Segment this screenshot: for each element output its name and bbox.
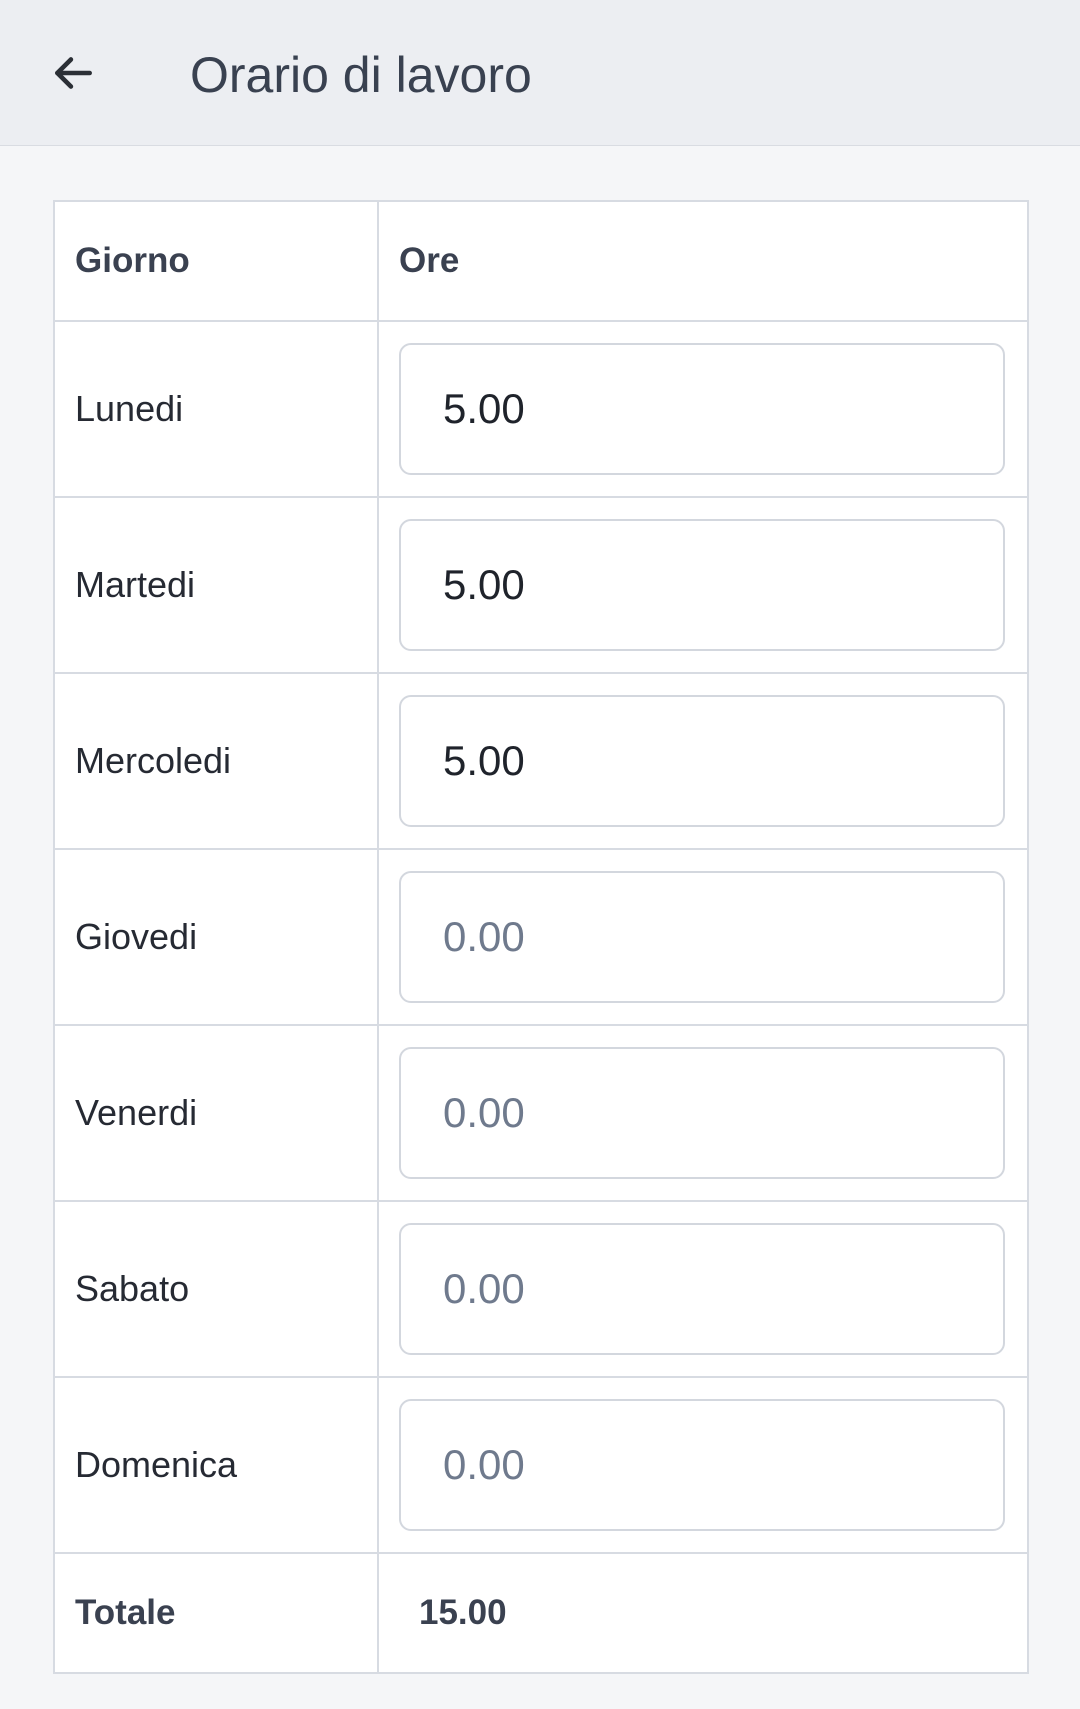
table-row: Martedi xyxy=(53,496,1029,674)
day-label-monday: Lunedi xyxy=(53,320,379,498)
app-bar: Orario di lavoro xyxy=(0,0,1080,146)
column-header-day: Giorno xyxy=(53,200,379,322)
hours-input-monday[interactable] xyxy=(399,343,1005,475)
page-title: Orario di lavoro xyxy=(190,47,532,103)
table-row: Giovedi xyxy=(53,848,1029,1026)
table-row: Sabato xyxy=(53,1200,1029,1378)
work-hours-table: Giorno Ore Lunedi Martedi Mercoledi Giov… xyxy=(53,200,1029,1674)
day-label-thursday: Giovedi xyxy=(53,848,379,1026)
total-row: Totale 15.00 xyxy=(53,1552,1029,1674)
table-header-row: Giorno Ore xyxy=(53,200,1029,322)
day-label-tuesday: Martedi xyxy=(53,496,379,674)
day-label-sunday: Domenica xyxy=(53,1376,379,1554)
hours-input-tuesday[interactable] xyxy=(399,519,1005,651)
table-row: Venerdi xyxy=(53,1024,1029,1202)
day-label-wednesday: Mercoledi xyxy=(53,672,379,850)
total-label: Totale xyxy=(53,1552,379,1674)
total-value: 15.00 xyxy=(377,1552,1029,1674)
column-header-hours: Ore xyxy=(377,200,1029,322)
back-button[interactable] xyxy=(36,36,110,110)
table-row: Mercoledi xyxy=(53,672,1029,850)
table-row: Domenica xyxy=(53,1376,1029,1554)
hours-input-sunday[interactable] xyxy=(399,1399,1005,1531)
table-row: Lunedi xyxy=(53,320,1029,498)
hours-input-wednesday[interactable] xyxy=(399,695,1005,827)
hours-input-saturday[interactable] xyxy=(399,1223,1005,1355)
hours-input-thursday[interactable] xyxy=(399,871,1005,1003)
day-label-friday: Venerdi xyxy=(53,1024,379,1202)
hours-input-friday[interactable] xyxy=(399,1047,1005,1179)
arrow-left-icon xyxy=(48,48,98,98)
day-label-saturday: Sabato xyxy=(53,1200,379,1378)
